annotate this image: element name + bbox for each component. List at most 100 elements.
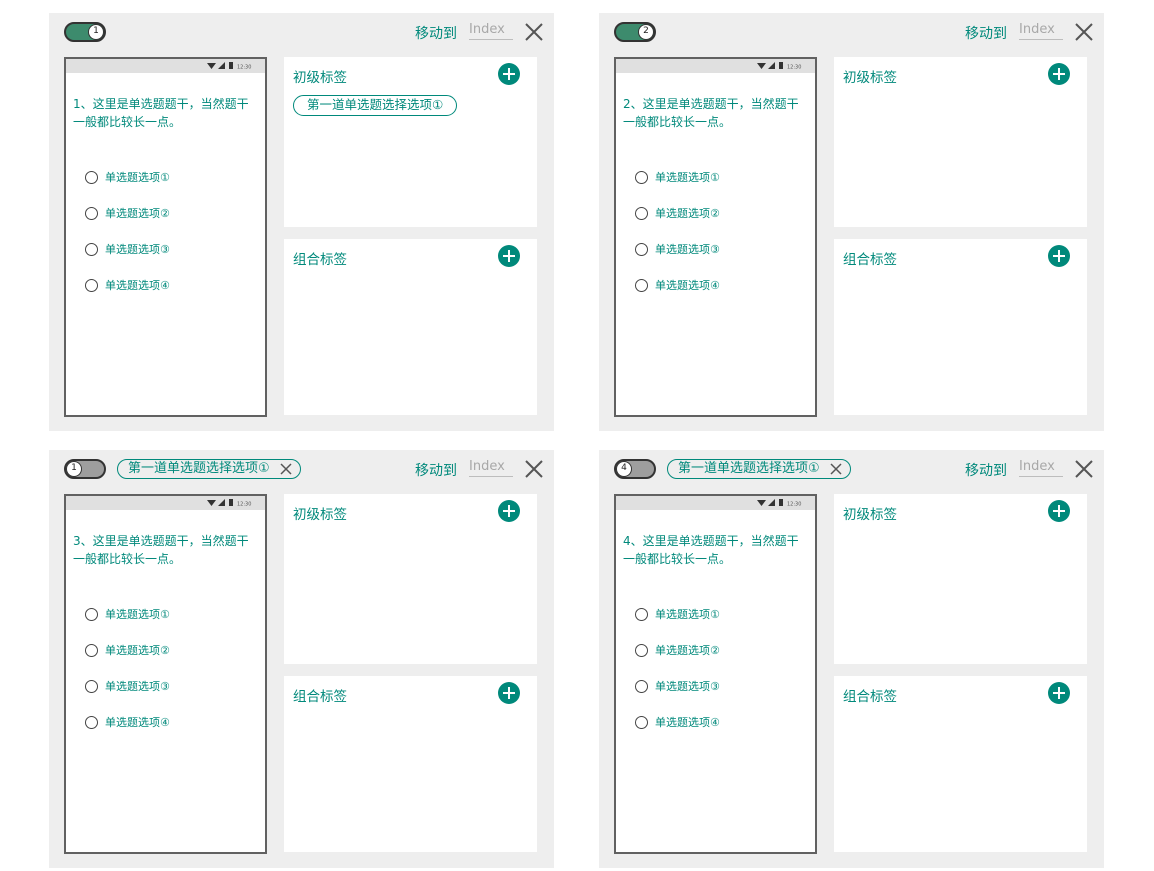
phone-preview: 12:30 4、这里是单选题题干，当然题干一般都比较长一点。单选题选项① 单选题选项… xyxy=(614,494,817,854)
radio-button[interactable] xyxy=(85,679,98,693)
selected-tag-chip[interactable]: 第一道单选题选择选项① xyxy=(667,459,851,479)
basic-tag-chip[interactable]: 第一道单选题选择选项① xyxy=(293,95,458,116)
add-combo-tag-button[interactable] xyxy=(498,245,520,267)
toggle-switch[interactable]: 1 xyxy=(64,459,106,479)
radio-option[interactable]: 单选题选项③ xyxy=(85,678,170,694)
radio-option[interactable]: 单选题选项② xyxy=(635,205,720,221)
radio-option[interactable]: 单选题选项④ xyxy=(85,277,170,293)
option-label: 单选题选项② xyxy=(105,644,170,657)
toggle-switch[interactable]: 2 xyxy=(614,22,656,42)
remove-tag-icon[interactable] xyxy=(280,463,292,475)
wifi-icon xyxy=(207,500,216,506)
option-label: 单选题选项③ xyxy=(655,680,720,693)
radio-option[interactable]: 单选题选项② xyxy=(635,642,720,658)
radio-option[interactable]: 单选题选项① xyxy=(85,606,170,622)
add-combo-tag-button[interactable] xyxy=(1048,245,1070,267)
status-bar: 12:30 xyxy=(616,59,815,73)
radio-option[interactable]: 单选题选项③ xyxy=(85,241,170,257)
index-input[interactable] xyxy=(469,19,513,40)
status-bar: 12:30 xyxy=(66,59,265,73)
radio-button[interactable] xyxy=(635,242,648,256)
basic-tags-box: 初级标签 xyxy=(834,494,1087,664)
option-label: 单选题选项④ xyxy=(655,716,720,729)
combo-tags-title: 组合标签 xyxy=(293,252,347,268)
radio-button[interactable] xyxy=(85,607,98,621)
radio-option[interactable]: 单选题选项① xyxy=(85,169,170,185)
radio-button[interactable] xyxy=(635,206,648,220)
radio-option[interactable]: 单选题选项④ xyxy=(635,714,720,730)
question-text: 4、这里是单选题题干，当然题干一般都比较长一点。 xyxy=(623,534,799,566)
status-time: 12:30 xyxy=(237,65,251,71)
toggle-switch[interactable]: 1 xyxy=(64,22,106,42)
add-combo-tag-button[interactable] xyxy=(498,682,520,704)
toggle-knob: 4 xyxy=(616,461,632,477)
status-icons: 12:30 xyxy=(207,62,251,71)
signal-icon xyxy=(768,62,775,69)
status-bar: 12:30 xyxy=(616,496,815,510)
status-time: 12:30 xyxy=(787,65,801,71)
add-basic-tag-button[interactable] xyxy=(1048,63,1070,85)
radio-button[interactable] xyxy=(635,170,648,184)
combo-tags-box: 组合标签 xyxy=(284,239,537,415)
index-input[interactable] xyxy=(1019,19,1063,40)
option-label: 单选题选项④ xyxy=(655,279,720,292)
radio-option[interactable]: 单选题选项④ xyxy=(85,714,170,730)
add-basic-tag-button[interactable] xyxy=(1048,500,1070,522)
toggle-knob: 1 xyxy=(66,461,82,477)
close-icon[interactable] xyxy=(525,460,543,478)
radio-button[interactable] xyxy=(85,643,98,657)
move-to-label: 移动到 xyxy=(415,26,457,42)
close-icon[interactable] xyxy=(525,23,543,41)
radio-button[interactable] xyxy=(85,278,98,292)
radio-button[interactable] xyxy=(635,278,648,292)
basic-tags-title: 初级标签 xyxy=(293,70,347,86)
index-input[interactable] xyxy=(1019,456,1063,477)
combo-tags-title: 组合标签 xyxy=(293,689,347,705)
radio-option[interactable]: 单选题选项③ xyxy=(635,678,720,694)
index-input[interactable] xyxy=(469,456,513,477)
combo-tags-box: 组合标签 xyxy=(284,676,537,852)
close-icon[interactable] xyxy=(1075,460,1093,478)
toggle-switch[interactable]: 4 xyxy=(614,459,656,479)
option-label: 单选题选项④ xyxy=(105,279,170,292)
radio-button[interactable] xyxy=(85,170,98,184)
close-icon[interactable] xyxy=(1075,23,1093,41)
radio-option[interactable]: 单选题选项③ xyxy=(635,241,720,257)
phone-preview: 12:30 1、这里是单选题题干，当然题干一般都比较长一点。 单选题选项① 单选题选项… xyxy=(64,57,267,417)
battery-icon xyxy=(779,62,783,69)
radio-button[interactable] xyxy=(85,242,98,256)
wifi-icon xyxy=(757,500,766,506)
basic-tags-box: 初级标签第一道单选题选择选项① xyxy=(284,57,537,227)
option-label: 单选题选项② xyxy=(655,644,720,657)
phone-preview: 12:30 2、这里是单选题题干，当然题干一般都比较长一点。 单选题选项① 单选题选项… xyxy=(614,57,817,417)
phone-preview: 12:30 3、这里是单选题题干，当然题干一般都比较长一点。单选题选项① 单选题选项… xyxy=(64,494,267,854)
question-panel: 1 移动到 12:30 1、这里是单选题题干，当然题干一般都比较长一点。单选题选项① 单… xyxy=(49,13,554,431)
add-basic-tag-button[interactable] xyxy=(498,500,520,522)
status-time: 12:30 xyxy=(237,502,251,508)
radio-button[interactable] xyxy=(635,679,648,693)
radio-button[interactable] xyxy=(85,206,98,220)
move-to-label: 移动到 xyxy=(965,463,1007,479)
radio-option[interactable]: 单选题选项② xyxy=(85,642,170,658)
radio-button[interactable] xyxy=(635,643,648,657)
radio-button[interactable] xyxy=(635,715,648,729)
radio-option[interactable]: 单选题选项② xyxy=(85,205,170,221)
toggle-knob: 1 xyxy=(88,24,104,40)
question-panel: 4 第一道单选题选择选项① 移动到 12:30 4、这里是单选题题干，当然题干一般都比较… xyxy=(599,450,1104,868)
radio-option[interactable]: 单选题选项① xyxy=(635,606,720,622)
remove-tag-icon[interactable] xyxy=(830,463,842,475)
move-to-label: 移动到 xyxy=(415,463,457,479)
battery-icon xyxy=(229,499,233,506)
selected-tag-label: 第一道单选题选择选项① xyxy=(678,461,820,476)
selected-tag-chip[interactable]: 第一道单选题选择选项① xyxy=(117,459,301,479)
add-basic-tag-button[interactable] xyxy=(498,63,520,85)
add-combo-tag-button[interactable] xyxy=(1048,682,1070,704)
radio-button[interactable] xyxy=(635,607,648,621)
option-label: 单选题选项③ xyxy=(105,243,170,256)
radio-option[interactable]: 单选题选项① xyxy=(635,169,720,185)
question-text: 3、这里是单选题题干，当然题干一般都比较长一点。 xyxy=(73,534,249,566)
option-label: 单选题选项① xyxy=(655,608,720,621)
radio-option[interactable]: 单选题选项④ xyxy=(635,277,720,293)
radio-button[interactable] xyxy=(85,715,98,729)
basic-tags-title: 初级标签 xyxy=(843,507,897,523)
